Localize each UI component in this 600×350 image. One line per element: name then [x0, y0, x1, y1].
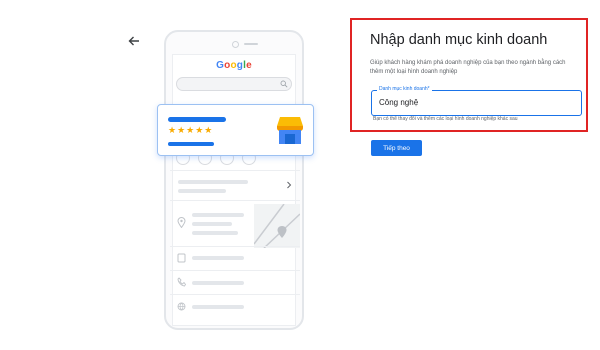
category-placeholder [168, 142, 214, 146]
page-description: Giúp khách hàng khám phá doanh nghiệp củ… [370, 60, 566, 75]
placeholder-line [178, 189, 226, 193]
divider [170, 294, 300, 295]
globe-icon [177, 302, 186, 311]
placeholder-line [192, 305, 244, 309]
map-thumbnail [254, 204, 300, 248]
page-title: Nhập danh mục kinh doanh [370, 32, 548, 48]
rating-stars: ★★★★★ [168, 125, 214, 135]
illustration-search-bar [176, 77, 292, 91]
speaker-bar [244, 43, 258, 45]
placeholder-line [192, 256, 244, 260]
divider [170, 246, 300, 247]
google-logo-text: Google [216, 60, 252, 71]
phone-icon [177, 277, 186, 287]
placeholder-line [192, 213, 244, 217]
field-value[interactable]: Công nghệ [379, 98, 418, 107]
search-icon [280, 80, 288, 88]
divider [170, 170, 300, 171]
business-card: ★★★★★ [157, 104, 314, 156]
clock-icon [177, 253, 186, 263]
camera-dot [232, 41, 239, 48]
next-button[interactable]: Tiếp theo [371, 140, 422, 156]
business-category-field[interactable]: Danh mục kinh doanh* Công nghệ [371, 86, 582, 116]
placeholder-line [192, 222, 232, 226]
store-icon [277, 117, 303, 144]
placeholder-line [192, 231, 238, 235]
chevron-right-icon [287, 181, 292, 189]
placeholder-line [192, 281, 244, 285]
field-label: Danh mục kinh doanh* [377, 86, 432, 92]
logo-letter: G [216, 60, 225, 71]
back-arrow-icon[interactable] [126, 33, 142, 49]
placeholder-line [178, 180, 248, 184]
highlighted-form-section: Nhập danh mục kinh doanh Giúp khách hàng… [350, 18, 588, 132]
field-hint: Bạn có thể thay đổi và thêm các loại hìn… [373, 116, 518, 122]
logo-letter: e [246, 60, 252, 71]
divider [170, 270, 300, 271]
map-pin-icon [177, 217, 186, 228]
business-name-placeholder [168, 117, 226, 122]
google-logo: Google [164, 60, 304, 71]
divider [170, 200, 300, 201]
